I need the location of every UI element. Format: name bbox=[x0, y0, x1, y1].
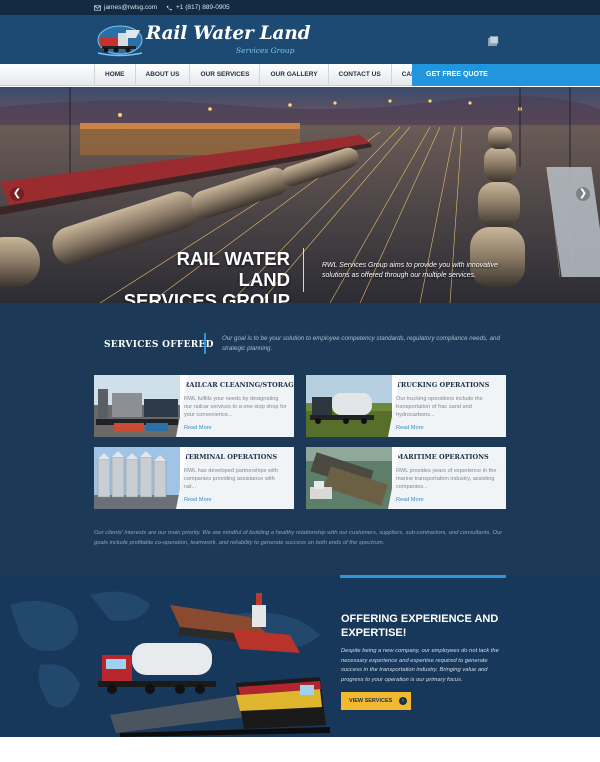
read-more-link[interactable]: Read More bbox=[396, 425, 500, 431]
read-more-link[interactable]: Read More bbox=[184, 497, 288, 503]
service-card-railcar[interactable]: RAILCAR CLEANING/STORAGE RWL fulfills yo… bbox=[94, 375, 294, 437]
service-card-terminal[interactable]: TERMINAL OPERATIONS RWL has developed pa… bbox=[94, 447, 294, 509]
phone-icon bbox=[166, 5, 172, 10]
services-section: SERVICES OFFERED Our goal is to be your … bbox=[0, 303, 600, 575]
arrow-right-icon[interactable]: ❯ bbox=[576, 187, 590, 201]
hero-title-line1: RAIL WATER LAND bbox=[176, 248, 290, 290]
transport-collage-image bbox=[10, 591, 330, 737]
email-contact[interactable]: james@rwlsg.com bbox=[94, 4, 157, 11]
get-free-quote-label: GET FREE QUOTE bbox=[426, 71, 488, 78]
nav-our-gallery[interactable]: OUR GALLERY bbox=[260, 64, 329, 86]
service-card-desc: RWL has developed partnerships with comp… bbox=[184, 468, 278, 490]
service-card-desc: Our trucking operations include the tran… bbox=[396, 396, 483, 418]
service-card-title: TRUCKING OPERATIONS bbox=[396, 381, 490, 389]
view-services-label: VIEW SERVICES bbox=[349, 698, 393, 704]
read-more-link[interactable]: Read More bbox=[184, 425, 288, 431]
read-more-link[interactable]: Read More bbox=[396, 497, 500, 503]
offering-text: Despite being a new company, our employe… bbox=[341, 648, 499, 683]
hero-description: RWL Services Group aims to provide you w… bbox=[322, 262, 498, 279]
logo-icon bbox=[97, 25, 143, 57]
phone-contact[interactable]: +1 (817) 889-0905 bbox=[166, 4, 230, 11]
trucking-thumbnail bbox=[306, 375, 392, 437]
railcar-thumbnail bbox=[94, 375, 180, 437]
service-card-text: TRUCKING OPERATIONS Our trucking operati… bbox=[388, 375, 506, 437]
nav-home[interactable]: HOME bbox=[94, 64, 136, 86]
offering-section: OFFERING EXPERIENCE AND EXPERTISE! Despi… bbox=[0, 575, 600, 737]
arrow-left-icon[interactable]: ❮ bbox=[10, 187, 24, 201]
email-text: james@rwlsg.com bbox=[104, 4, 158, 11]
nav-items: HOME ABOUT US OUR SERVICES OUR GALLERY C… bbox=[94, 64, 445, 86]
brand-name: Rail Water Land bbox=[146, 23, 311, 44]
hero-divider bbox=[303, 248, 304, 292]
top-bar: james@rwlsg.com +1 (817) 889-0905 bbox=[0, 0, 600, 15]
nav-contact-us[interactable]: CONTACT US bbox=[329, 64, 392, 86]
view-services-button[interactable]: VIEW SERVICES › bbox=[341, 692, 411, 710]
header-tool-icon[interactable] bbox=[487, 36, 499, 47]
site-logo[interactable]: Rail Water Land Services Group bbox=[96, 19, 311, 59]
site-header: Rail Water Land Services Group bbox=[0, 15, 600, 64]
services-heading: SERVICES OFFERED bbox=[104, 340, 214, 350]
service-card-text: MARITIME OPERATIONS RWL provides years o… bbox=[388, 447, 506, 509]
hero-slider: RAIL WATER LAND SERVICES GROUP RWL Servi… bbox=[0, 87, 600, 303]
service-card-desc: RWL provides years of experience in the … bbox=[396, 468, 497, 490]
service-card-title: MARITIME OPERATIONS bbox=[396, 453, 489, 461]
maritime-thumbnail bbox=[306, 447, 392, 509]
service-card-maritime[interactable]: MARITIME OPERATIONS RWL provides years o… bbox=[306, 447, 506, 509]
services-divider bbox=[204, 333, 206, 354]
offering-title: OFFERING EXPERIENCE AND EXPERTISE! bbox=[341, 613, 499, 639]
service-card-text: RAILCAR CLEANING/STORAGE RWL fulfills yo… bbox=[176, 375, 294, 437]
service-card-title: TERMINAL OPERATIONS bbox=[184, 453, 278, 461]
service-card-text: TERMINAL OPERATIONS RWL has developed pa… bbox=[176, 447, 294, 509]
get-free-quote-button[interactable]: GET FREE QUOTE bbox=[412, 64, 600, 86]
nav-our-services[interactable]: OUR SERVICES bbox=[190, 64, 261, 86]
service-card-desc: RWL fulfills your needs by designating o… bbox=[184, 396, 287, 418]
hero-title-line2: SERVICES GROUP bbox=[123, 290, 290, 303]
mail-icon bbox=[94, 4, 101, 11]
arrow-circle-icon: › bbox=[399, 697, 407, 705]
services-footer-text: Our clients' interests are our main prio… bbox=[94, 530, 503, 546]
phone-text: +1 (817) 889-0905 bbox=[176, 4, 230, 11]
services-intro: Our goal is to be your solution to emplo… bbox=[222, 335, 500, 352]
service-card-title: RAILCAR CLEANING/STORAGE bbox=[184, 381, 294, 389]
terminal-thumbnail bbox=[94, 447, 180, 509]
hero-title: RAIL WATER LAND SERVICES GROUP bbox=[122, 248, 290, 303]
offering-accent-bar bbox=[340, 575, 506, 578]
brand-tagline: Services Group bbox=[236, 46, 295, 55]
nav-about-us[interactable]: ABOUT US bbox=[136, 64, 191, 86]
service-card-trucking[interactable]: TRUCKING OPERATIONS Our trucking operati… bbox=[306, 375, 506, 437]
